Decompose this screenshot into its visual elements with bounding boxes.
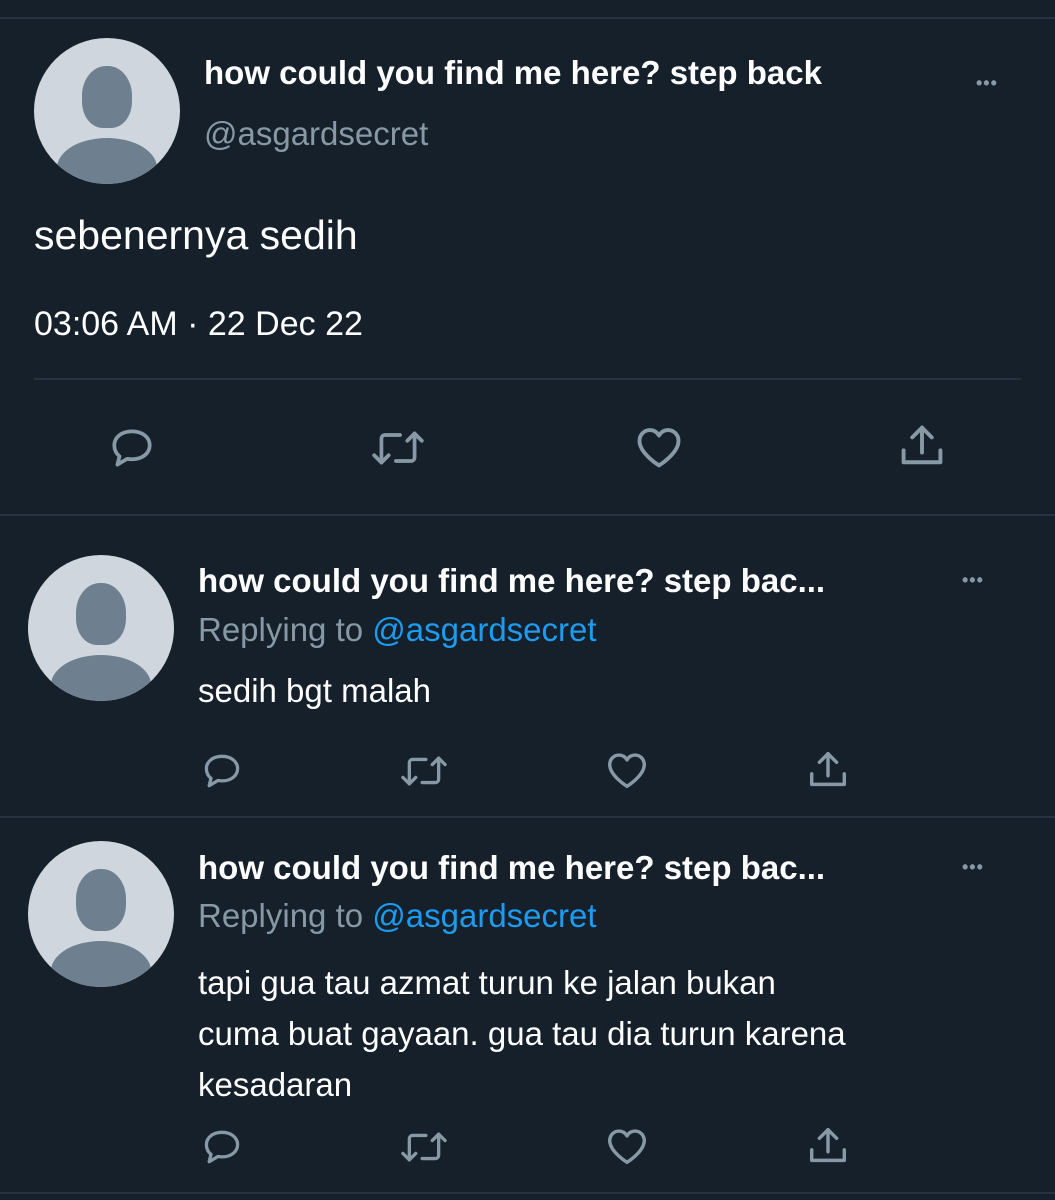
tweet-text: sedih bgt malah xyxy=(198,672,431,709)
reply-button[interactable] xyxy=(104,422,160,474)
tweet-text: tapi gua tau azmat turun ke jalan bukan … xyxy=(198,957,846,1110)
avatar[interactable] xyxy=(28,555,174,701)
reply-icon xyxy=(112,429,152,467)
handle[interactable]: @asgardsecret xyxy=(204,115,428,153)
reply-button[interactable] xyxy=(198,1124,246,1170)
replying-prefix: Replying to xyxy=(198,897,364,934)
tweet-text-line: kesadaran xyxy=(198,1066,353,1103)
tweet-date: 22 Dec 22 xyxy=(207,305,363,343)
like-button[interactable] xyxy=(630,420,688,474)
mention-link[interactable]: @asgardsecret xyxy=(372,611,596,648)
section-divider xyxy=(0,514,1055,516)
retweet-icon xyxy=(372,431,424,465)
replying-to: Replying to @asgardsecret xyxy=(198,611,597,649)
display-name[interactable]: how could you find me here? step back xyxy=(204,54,822,92)
more-options-button[interactable]: ••• xyxy=(976,73,998,94)
share-button[interactable] xyxy=(804,746,852,794)
like-button[interactable] xyxy=(602,1122,652,1170)
share-button[interactable] xyxy=(804,1122,852,1170)
tweet-time: 03:06 AM xyxy=(34,305,178,343)
share-button[interactable] xyxy=(894,418,950,474)
like-icon xyxy=(637,428,681,468)
avatar[interactable] xyxy=(28,841,174,987)
display-name[interactable]: how could you find me here? step bac... xyxy=(198,849,825,887)
like-icon xyxy=(608,753,646,789)
like-button[interactable] xyxy=(602,746,652,794)
divider xyxy=(34,378,1021,380)
avatar[interactable] xyxy=(34,38,180,184)
retweet-icon xyxy=(401,756,447,786)
retweet-icon xyxy=(401,1132,447,1162)
like-icon xyxy=(608,1129,646,1165)
display-name[interactable]: how could you find me here? step bac... xyxy=(198,562,825,600)
tweet-text-line: tapi gua tau azmat turun ke jalan bukan xyxy=(198,964,776,1001)
retweet-button[interactable] xyxy=(396,1124,452,1170)
tweet-text: sebenernya sedih xyxy=(34,212,358,258)
replying-prefix: Replying to xyxy=(198,611,364,648)
timestamp[interactable]: 03:06 AM · 22 Dec 22 xyxy=(34,305,363,344)
reply-icon xyxy=(204,1130,240,1164)
separator-dot: · xyxy=(187,305,199,343)
reply-button[interactable] xyxy=(198,748,246,794)
reply-icon xyxy=(204,754,240,788)
section-divider xyxy=(0,1192,1055,1194)
more-options-button[interactable]: ••• xyxy=(962,570,984,591)
retweet-button[interactable] xyxy=(396,748,452,794)
retweet-button[interactable] xyxy=(366,422,430,474)
share-icon xyxy=(809,1127,847,1163)
section-divider xyxy=(0,816,1055,818)
tweet-text-line: cuma buat gayaan. gua tau dia turun kare… xyxy=(198,1015,846,1052)
replying-to: Replying to @asgardsecret xyxy=(198,897,597,935)
share-icon xyxy=(809,751,847,787)
more-options-button[interactable]: ••• xyxy=(962,857,984,878)
share-icon xyxy=(901,425,943,465)
top-divider xyxy=(0,0,1055,19)
mention-link[interactable]: @asgardsecret xyxy=(372,897,596,934)
